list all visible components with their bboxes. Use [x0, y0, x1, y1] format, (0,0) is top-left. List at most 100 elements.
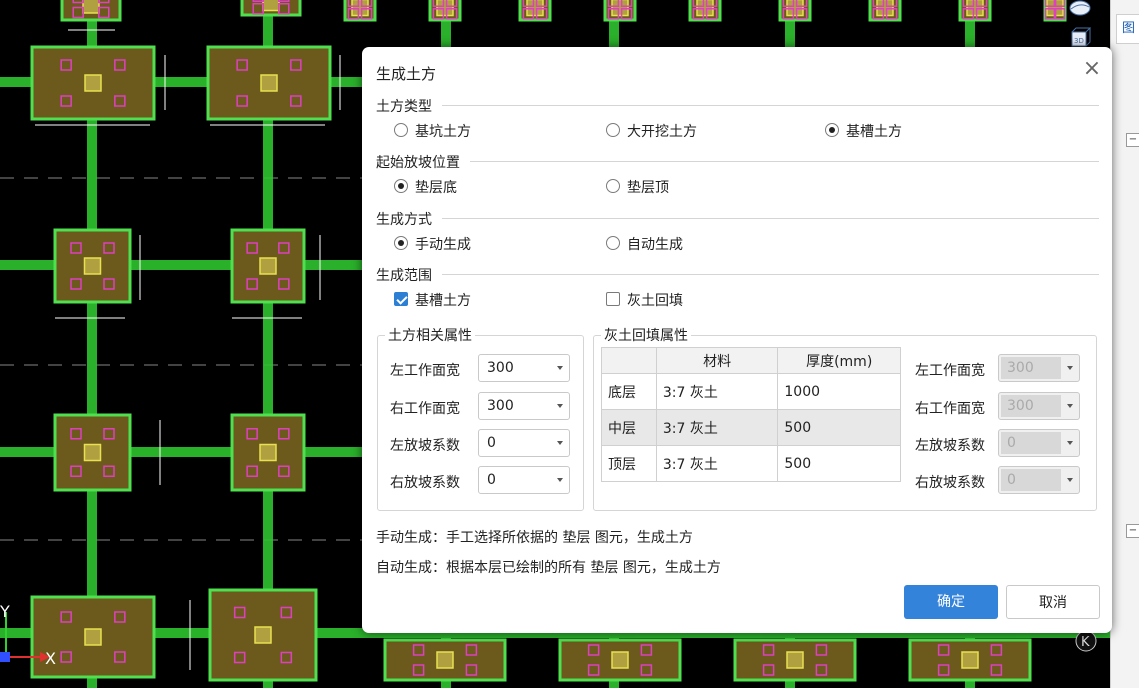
- layer-cell: 中层: [601, 409, 657, 446]
- footing: [958, 0, 992, 22]
- footing: [383, 638, 507, 682]
- chevron-down-icon: [557, 404, 563, 408]
- column-header: 厚度(mm): [777, 347, 901, 374]
- svg-text:K: K: [1081, 635, 1090, 650]
- sphere-view-icon[interactable]: [1068, 0, 1092, 24]
- gen-range-section-label: 生成范围: [376, 268, 432, 284]
- option-label: 自动生成: [627, 237, 683, 253]
- backfill-left-slope-coef-select: 0: [998, 429, 1080, 457]
- thickness-cell[interactable]: 500: [777, 409, 901, 446]
- table-row[interactable]: 底层 3:7 灰土 1000: [601, 373, 901, 410]
- footing: [208, 588, 318, 682]
- gen-mode-section-label: 生成方式: [376, 212, 432, 228]
- footing: [518, 0, 552, 22]
- section-divider: [442, 218, 1099, 219]
- footing: [230, 228, 306, 304]
- field-label: 左工作面宽: [390, 363, 460, 379]
- field-label: 右放坡系数: [390, 475, 460, 491]
- auto-generate-note: 自动生成：根据本层已绘制的所有 垫层 图元，生成土方: [376, 560, 721, 576]
- footing: [603, 0, 637, 22]
- left-slope-coef-select[interactable]: 0: [478, 429, 570, 457]
- right-work-width-select[interactable]: 300: [478, 392, 570, 420]
- field-label: 右工作面宽: [390, 401, 460, 417]
- footing: [53, 228, 132, 304]
- section-divider: [442, 274, 1099, 275]
- table-header-row: 材料 厚度(mm): [601, 347, 901, 374]
- manual-generate-note: 手动生成：手工选择所依据的 垫层 图元，生成土方: [376, 530, 693, 546]
- section-divider: [470, 161, 1099, 162]
- field-label: 左工作面宽: [915, 363, 985, 379]
- cancel-button[interactable]: 取消: [1006, 585, 1100, 619]
- side-panel: [1110, 0, 1139, 688]
- chevron-down-icon: [1067, 478, 1073, 482]
- soil-type-section-label: 土方类型: [376, 99, 432, 115]
- thickness-cell[interactable]: 500: [777, 445, 901, 482]
- footing: [558, 638, 682, 682]
- close-icon[interactable]: ×: [1082, 58, 1102, 80]
- chevron-down-icon: [1067, 441, 1073, 445]
- svg-text:3D: 3D: [1074, 37, 1084, 45]
- axis-x-label: X: [45, 649, 56, 668]
- slope-start-section-label: 起始放坡位置: [376, 155, 460, 171]
- radio-cushion-bottom[interactable]: [394, 179, 408, 193]
- checkbox-trench-earthwork[interactable]: [394, 292, 408, 306]
- option-label: 大开挖土方: [627, 124, 697, 140]
- footing: [60, 0, 122, 22]
- radio-open-excavation[interactable]: [606, 123, 620, 137]
- ok-button[interactable]: 确定: [904, 585, 998, 619]
- radio-cushion-top[interactable]: [606, 179, 620, 193]
- option-label: 垫层顶: [627, 180, 669, 196]
- collapse-icon[interactable]: −: [1126, 133, 1139, 147]
- right-slope-coef-select[interactable]: 0: [478, 466, 570, 494]
- select-value: 300: [487, 398, 514, 414]
- backfill-right-work-width-select: 300: [998, 392, 1080, 420]
- radio-auto-generate[interactable]: [606, 236, 620, 250]
- select-value: 0: [487, 435, 496, 451]
- column-header: [601, 347, 657, 374]
- radio-pit-earthwork[interactable]: [394, 123, 408, 137]
- group-title: 灰土回填属性: [601, 325, 691, 345]
- footing: [733, 638, 857, 682]
- footing: [688, 0, 722, 22]
- select-value: 0: [1007, 472, 1016, 488]
- material-cell[interactable]: 3:7 灰土: [655, 373, 779, 410]
- field-label: 右放坡系数: [915, 475, 985, 491]
- radio-manual-generate[interactable]: [394, 236, 408, 250]
- collapse-icon[interactable]: −: [1126, 524, 1139, 538]
- field-label: 右工作面宽: [915, 401, 985, 417]
- option-label: 手动生成: [415, 237, 471, 253]
- chevron-down-icon: [557, 366, 563, 370]
- footing: [908, 638, 1032, 682]
- checkbox-lime-backfill[interactable]: [606, 292, 620, 306]
- footing: [230, 413, 306, 492]
- select-value: 0: [1007, 435, 1016, 451]
- footing: [778, 0, 812, 22]
- chevron-down-icon: [1067, 366, 1073, 370]
- left-work-width-select[interactable]: 300: [478, 354, 570, 382]
- footing: [1043, 0, 1067, 22]
- side-panel-tab[interactable]: 图元: [1116, 14, 1139, 44]
- dialog-title: 生成土方: [376, 65, 437, 83]
- chevron-down-icon: [557, 441, 563, 445]
- option-label: 基槽土方: [846, 124, 902, 140]
- section-divider: [442, 105, 1099, 106]
- material-cell[interactable]: 3:7 灰土: [655, 409, 779, 446]
- table-row[interactable]: 顶层 3:7 灰土 500: [601, 445, 901, 482]
- footing: [206, 45, 332, 121]
- layer-cell: 顶层: [601, 445, 657, 482]
- axis-y-label: Y: [0, 602, 10, 621]
- backfill-layer-table: 材料 厚度(mm) 底层 3:7 灰土 1000 中层 3:7 灰土 500 顶…: [601, 347, 901, 482]
- material-cell[interactable]: 3:7 灰土: [655, 445, 779, 482]
- table-row[interactable]: 中层 3:7 灰土 500: [601, 409, 901, 446]
- radio-trench-earthwork[interactable]: [825, 123, 839, 137]
- chevron-down-icon: [1067, 404, 1073, 408]
- option-label: 基坑土方: [415, 124, 471, 140]
- select-value: 300: [1007, 360, 1034, 376]
- option-label: 基槽土方: [415, 293, 471, 309]
- option-label: 垫层底: [415, 180, 457, 196]
- footing: [428, 0, 462, 22]
- thickness-cell[interactable]: 1000: [777, 373, 901, 410]
- field-label: 左放坡系数: [915, 438, 985, 454]
- footing: [343, 0, 377, 22]
- option-label: 灰土回填: [627, 293, 683, 309]
